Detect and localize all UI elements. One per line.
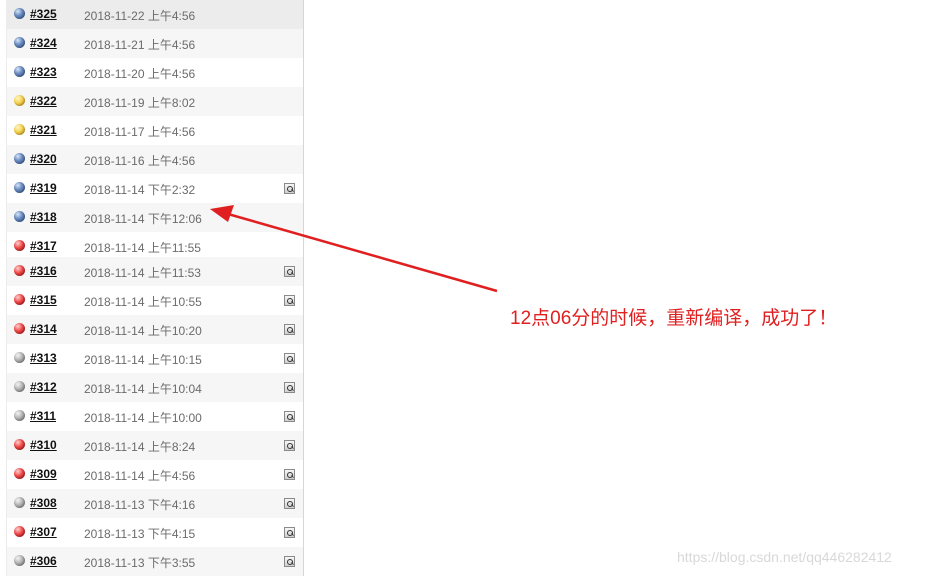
- build-status-yellow-icon: [14, 124, 25, 135]
- build-row: #310 2018-11-14 上午8:24: [7, 431, 303, 460]
- build-row: #313 2018-11-14 上午10:15: [7, 344, 303, 373]
- build-status-blue-icon: [14, 211, 25, 222]
- build-date: 2018-11-14 上午10:15: [84, 353, 202, 367]
- build-number-link[interactable]: #318: [30, 210, 57, 224]
- build-row: #316 2018-11-14 上午11:53: [7, 257, 303, 286]
- build-date: 2018-11-14 上午10:04: [84, 382, 202, 396]
- build-status-red-icon: [14, 526, 25, 537]
- annotation-text: 12点06分的时候，重新编译，成功了！: [510, 308, 838, 329]
- build-number-link[interactable]: #322: [30, 94, 57, 108]
- build-status-red-icon: [14, 265, 25, 276]
- build-row: #324 2018-11-21 上午4:56: [7, 29, 303, 58]
- build-date: 2018-11-13 下午3:55: [84, 556, 196, 570]
- build-number-link[interactable]: #315: [30, 293, 57, 307]
- build-number-link[interactable]: #324: [30, 36, 57, 50]
- build-number-link[interactable]: #312: [30, 380, 57, 394]
- build-number-link[interactable]: #317: [30, 239, 57, 253]
- console-output-icon[interactable]: [284, 324, 295, 335]
- build-row: #322 2018-11-19 上午8:02: [7, 87, 303, 116]
- build-status-grey-icon: [14, 352, 25, 363]
- build-status-blue-icon: [14, 37, 25, 48]
- build-status-blue-icon: [14, 182, 25, 193]
- console-output-icon[interactable]: [284, 411, 295, 422]
- build-date: 2018-11-16 上午4:56: [84, 154, 196, 168]
- build-date: 2018-11-17 上午4:56: [84, 125, 196, 139]
- build-date: 2018-11-14 下午12:06: [84, 212, 202, 226]
- console-output-icon[interactable]: [284, 498, 295, 509]
- build-number-link[interactable]: #309: [30, 467, 57, 481]
- build-row: #314 2018-11-14 上午10:20: [7, 315, 303, 344]
- console-output-icon[interactable]: [284, 382, 295, 393]
- console-output-icon[interactable]: [284, 183, 295, 194]
- build-status-grey-icon: [14, 381, 25, 392]
- build-date: 2018-11-14 上午10:20: [84, 324, 202, 338]
- build-row: #312 2018-11-14 上午10:04: [7, 373, 303, 402]
- build-row: #319 2018-11-14 下午2:32: [7, 174, 303, 203]
- build-row: #311 2018-11-14 上午10:00: [7, 402, 303, 431]
- watermark-text: https://blog.csdn.net/qq446282412: [677, 549, 892, 565]
- build-status-yellow-icon: [14, 95, 25, 106]
- build-date: 2018-11-14 下午2:32: [84, 183, 196, 197]
- build-status-red-icon: [14, 294, 25, 305]
- build-history-panel: #325 2018-11-22 上午4:56 #324 2018-11-21 上午4:…: [6, 0, 304, 576]
- build-number-link[interactable]: #320: [30, 152, 57, 166]
- build-row: #309 2018-11-14 上午4:56: [7, 460, 303, 489]
- build-number-link[interactable]: #316: [30, 264, 57, 278]
- build-row: #325 2018-11-22 上午4:56: [7, 0, 303, 29]
- build-row: #321 2018-11-17 上午4:56: [7, 116, 303, 145]
- build-date: 2018-11-21 上午4:56: [84, 38, 196, 52]
- build-date: 2018-11-14 上午11:53: [84, 266, 201, 280]
- build-status-blue-icon: [14, 153, 25, 164]
- build-number-link[interactable]: #323: [30, 65, 57, 79]
- build-date: 2018-11-20 上午4:56: [84, 67, 196, 81]
- build-number-link[interactable]: #313: [30, 351, 57, 365]
- build-row: #315 2018-11-14 上午10:55: [7, 286, 303, 315]
- build-row: #307 2018-11-13 下午4:15: [7, 518, 303, 547]
- console-output-icon[interactable]: [284, 353, 295, 364]
- console-output-icon[interactable]: [284, 556, 295, 567]
- build-date: 2018-11-22 上午4:56: [84, 9, 196, 23]
- build-number-link[interactable]: #311: [30, 409, 56, 423]
- build-number-link[interactable]: #325: [30, 7, 57, 21]
- build-date: 2018-11-14 上午10:55: [84, 295, 202, 309]
- build-number-link[interactable]: #307: [30, 525, 57, 539]
- console-output-icon[interactable]: [284, 266, 295, 277]
- build-status-blue-icon: [14, 66, 25, 77]
- build-date: 2018-11-19 上午8:02: [84, 96, 196, 110]
- build-status-grey-icon: [14, 497, 25, 508]
- build-row: #320 2018-11-16 上午4:56: [7, 145, 303, 174]
- build-number-link[interactable]: #314: [30, 322, 57, 336]
- build-date: 2018-11-14 上午10:00: [84, 411, 202, 425]
- build-number-link[interactable]: #319: [30, 181, 57, 195]
- build-status-grey-icon: [14, 410, 25, 421]
- build-number-link[interactable]: #306: [30, 554, 57, 568]
- build-date: 2018-11-14 上午11:55: [84, 241, 201, 255]
- build-status-red-icon: [14, 240, 25, 251]
- build-status-red-icon: [14, 323, 25, 334]
- console-output-icon[interactable]: [284, 527, 295, 538]
- console-output-icon[interactable]: [284, 295, 295, 306]
- build-date: 2018-11-14 上午8:24: [84, 440, 196, 454]
- build-date: 2018-11-14 上午4:56: [84, 469, 196, 483]
- build-date: 2018-11-13 下午4:15: [84, 527, 196, 541]
- build-number-link[interactable]: #308: [30, 496, 57, 510]
- build-status-red-icon: [14, 468, 25, 479]
- build-status-blue-icon: [14, 8, 25, 19]
- screenshot-stage: #325 2018-11-22 上午4:56 #324 2018-11-21 上午4:…: [0, 0, 931, 576]
- build-row: #308 2018-11-13 下午4:16: [7, 489, 303, 518]
- build-row: #323 2018-11-20 上午4:56: [7, 58, 303, 87]
- build-status-red-icon: [14, 439, 25, 450]
- console-output-icon[interactable]: [284, 440, 295, 451]
- build-row: #318 2018-11-14 下午12:06: [7, 203, 303, 232]
- build-status-grey-icon: [14, 555, 25, 566]
- build-date: 2018-11-13 下午4:16: [84, 498, 196, 512]
- build-row: #306 2018-11-13 下午3:55: [7, 547, 303, 576]
- build-number-link[interactable]: #310: [30, 438, 57, 452]
- console-output-icon[interactable]: [284, 469, 295, 480]
- build-number-link[interactable]: #321: [30, 123, 57, 137]
